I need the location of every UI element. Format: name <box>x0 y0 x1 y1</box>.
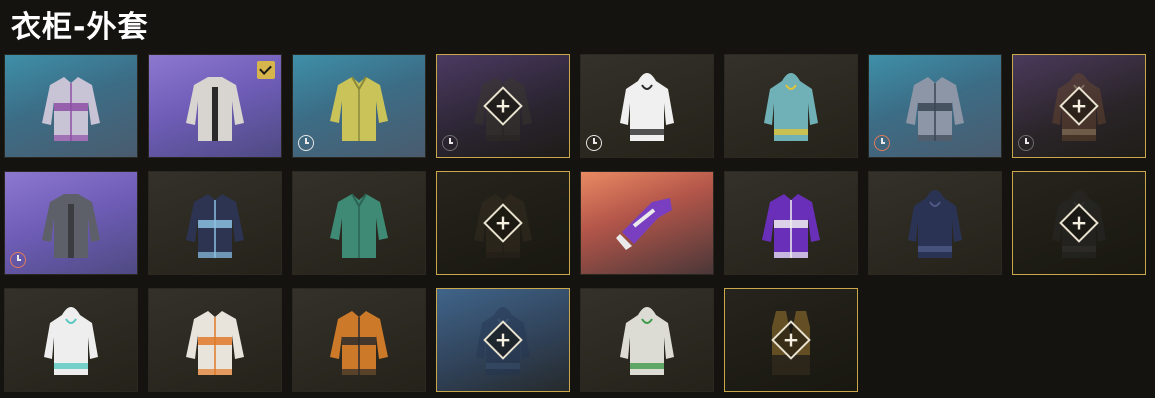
wardrobe-item-purple-teal-jacket[interactable] <box>4 54 138 158</box>
plus-icon: + <box>494 93 512 118</box>
wardrobe-item-orange-jacket[interactable] <box>292 288 426 392</box>
jacket-icon <box>324 63 394 149</box>
plus-icon: + <box>494 327 512 352</box>
clock-icon <box>442 135 458 151</box>
jacket-icon <box>324 180 394 266</box>
jacket-icon <box>180 297 250 383</box>
jacket-icon <box>900 180 970 266</box>
wardrobe-item-grey-leather-jacket[interactable] <box>4 171 138 275</box>
jacket-icon <box>180 63 250 149</box>
plus-icon: + <box>1070 210 1088 235</box>
wardrobe-item-dark-jacket-locked[interactable]: + <box>436 54 570 158</box>
wardrobe-item-teal-hoodie[interactable] <box>724 54 858 158</box>
wardrobe-item-white-hoodie[interactable] <box>580 54 714 158</box>
jacket-icon <box>324 297 394 383</box>
jacket-icon <box>36 180 106 266</box>
checkmark-icon <box>257 61 275 79</box>
clock-icon <box>586 135 602 151</box>
jacket-icon <box>756 180 826 266</box>
jacket-icon <box>612 297 682 383</box>
wardrobe-item-green-shirt[interactable] <box>292 171 426 275</box>
wardrobe-item-orange-white-jacket[interactable] <box>148 288 282 392</box>
wardrobe-item-black-hoodie-locked[interactable]: + <box>1012 171 1146 275</box>
wardrobe-item-grey-bomber[interactable] <box>868 54 1002 158</box>
wardrobe-item-silver-jacket[interactable] <box>148 54 282 158</box>
wardrobe-item-yellow-shirt[interactable] <box>292 54 426 158</box>
clock-icon <box>10 252 26 268</box>
clock-icon <box>1018 135 1034 151</box>
wardrobe-item-brown-vest-locked[interactable]: + <box>724 288 858 392</box>
jacket-icon <box>180 180 250 266</box>
wardrobe-item-white-teal-hoodie[interactable] <box>4 288 138 392</box>
wardrobe-item-dark-bomber-locked[interactable]: + <box>436 171 570 275</box>
jacket-icon <box>612 63 682 149</box>
wardrobe-grid: + + + + + + <box>4 54 1154 394</box>
wardrobe-item-camo-hoodie-locked[interactable]: + <box>1012 54 1146 158</box>
wardrobe-item-navy-dress-coat[interactable] <box>868 171 1002 275</box>
wardrobe-item-white-green-hoodie[interactable] <box>580 288 714 392</box>
page-title: 衣柜-外套 <box>11 10 149 45</box>
jacket-icon <box>756 63 826 149</box>
jacket-icon <box>612 180 682 266</box>
wardrobe-item-navy-sweater[interactable] <box>148 171 282 275</box>
plus-icon: + <box>782 327 800 352</box>
clock-icon <box>298 135 314 151</box>
wardrobe-item-navy-hoodie-locked[interactable]: + <box>436 288 570 392</box>
plus-icon: + <box>494 210 512 235</box>
jacket-icon <box>900 63 970 149</box>
wardrobe-item-purple-racer-jacket[interactable] <box>724 171 858 275</box>
plus-icon: + <box>1070 93 1088 118</box>
wardrobe-item-purple-sleeve[interactable] <box>580 171 714 275</box>
jacket-icon <box>36 63 106 149</box>
jacket-icon <box>36 297 106 383</box>
clock-icon <box>874 135 890 151</box>
